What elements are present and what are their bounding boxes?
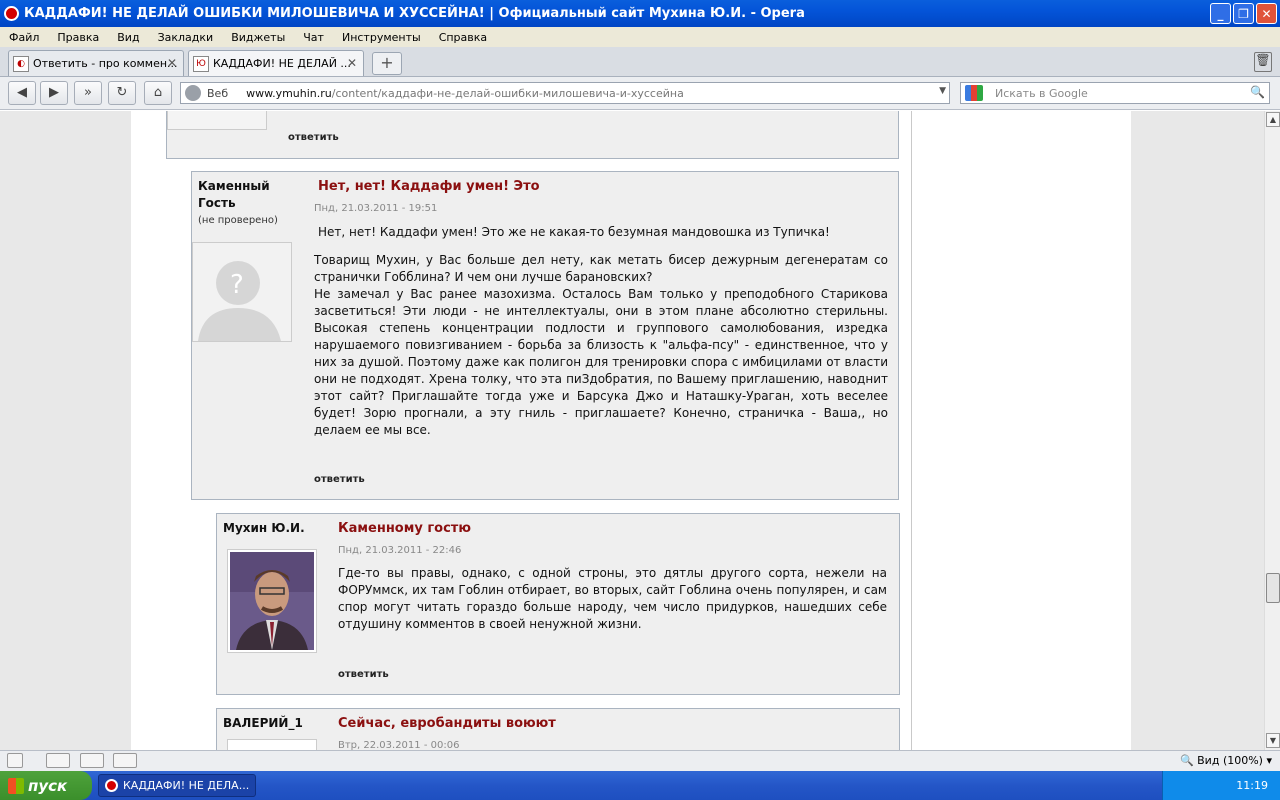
menu-widgets[interactable]: Виджеты [222,31,294,44]
clock[interactable]: 11:19 [1236,779,1268,792]
trash-icon[interactable]: 🗑 [1254,52,1272,72]
comment-date: Пнд, 21.03.2011 - 22:46 [338,545,462,556]
favicon-icon: ◐ [13,55,29,72]
page-content: ответить Каменный Гость (не проверено) ? [131,111,1131,750]
comment-para: Товарищ Мухин, у Вас больше дел нету, ка… [314,253,888,284]
comment-title[interactable]: Сейчас, евробандиты воюют [338,716,556,731]
author-name: Каменный Гость [198,179,270,210]
comment-date: Втр, 22.03.2011 - 00:06 [338,740,460,750]
tab-bar: ◐ Ответить - про коммен... ✕ Ю КАДДАФИ! … [0,47,1280,77]
reply-link[interactable]: ответить [314,474,365,485]
menu-help[interactable]: Справка [430,31,496,44]
favicon-icon: Ю [193,55,209,72]
menu-bookmarks[interactable]: Закладки [149,31,223,44]
google-icon[interactable] [965,85,983,101]
zoom-level[interactable]: 🔍 Вид (100%) ▾ [1180,754,1272,767]
tab-label: Ответить - про коммен... [33,57,178,70]
globe-icon [185,85,201,101]
reply-link[interactable]: ответить [288,132,339,143]
author-photo [230,552,314,650]
url-path: /content/каддафи-не-делай-ошибки-милошев… [331,86,684,100]
unite-icon[interactable] [80,753,104,768]
comment-body: Где-то вы правы, однако, с одной строны,… [338,566,887,631]
sidebar-divider [911,111,912,750]
menu-chat[interactable]: Чат [294,31,333,44]
start-label: пуск [28,776,68,795]
svg-text:?: ? [230,270,244,300]
window-titlebar: КАДДАФИ! НЕ ДЕЛАЙ ОШИБКИ МИЛОШЕВИЧА И ХУ… [0,0,1280,27]
author-note: (не проверено) [198,215,278,226]
comment-valery: ВАЛЕРИЙ_1 Сейчас, евробандиты воюют Втр,… [216,708,900,750]
avatar [227,549,317,653]
reload-button[interactable]: ↻ [108,81,136,105]
windows-logo-icon [8,777,24,794]
forward-button[interactable]: ▶ [40,81,68,105]
vertical-scrollbar[interactable]: ▲ ▼ [1264,111,1280,750]
taskbar: пуск КАДДАФИ! НЕ ДЕЛА... RU 11:19 [0,771,1280,800]
search-field[interactable]: Искать в Google 🔍 [960,82,1270,104]
comment-author: Каменный Гость (не проверено) [198,178,302,229]
comment-author: Мухин Ю.И. [223,521,305,535]
search-placeholder: Искать в Google [995,86,1088,100]
zoom-label: Вид (100%) [1197,754,1263,767]
tab-close-icon[interactable]: ✕ [167,56,177,70]
opera-logo-icon [4,6,19,21]
search-icon[interactable]: 🔍 [1250,85,1265,99]
panel-toggle-icon[interactable] [7,753,23,768]
tab-label: КАДДАФИ! НЕ ДЕЛАЙ ... [213,57,351,70]
opera-icon [105,779,118,792]
turbo-icon[interactable] [113,753,137,768]
comment-muhin: Мухин Ю.И. Каменному гостю Пнд, 21.03.20… [216,513,900,695]
avatar [227,739,317,750]
scroll-up-button[interactable]: ▲ [1266,112,1280,127]
menu-file[interactable]: Файл [0,31,48,44]
tab-reply[interactable]: ◐ Ответить - про коммен... ✕ [8,50,184,76]
comment-kamenny-gost: Каменный Гость (не проверено) ? Нет, нет… [191,171,899,500]
tab-close-icon[interactable]: ✕ [347,56,357,70]
page-viewport: ответить Каменный Гость (не проверено) ? [0,111,1264,750]
comment-previous: ответить [166,111,899,159]
window-title: КАДДАФИ! НЕ ДЕЛАЙ ОШИБКИ МИЛОШЕВИЧА И ХУ… [24,6,805,21]
url-domain: www.ymuhin.ru [246,86,332,100]
avatar [167,111,267,130]
menu-edit[interactable]: Правка [48,31,108,44]
avatar: ? [192,242,292,342]
home-button[interactable]: ⌂ [144,81,172,105]
address-bar[interactable]: Веб www.ymuhin.ru/content/каддафи-не-дел… [180,82,950,104]
web-label: Веб [207,86,229,100]
comment-title[interactable]: Нет, нет! Каддафи умен! Это [318,179,540,194]
menu-bar: Файл Правка Вид Закладки Виджеты Чат Инс… [0,27,1280,47]
tab-kaddafi[interactable]: Ю КАДДАФИ! НЕ ДЕЛАЙ ... ✕ [188,50,364,76]
fast-forward-button[interactable]: » [74,81,102,105]
scroll-down-button[interactable]: ▼ [1266,733,1280,748]
chevron-down-icon[interactable]: ▼ [939,86,946,96]
comment-author: ВАЛЕРИЙ_1 [223,716,303,730]
back-button[interactable]: ◀ [8,81,36,105]
menu-view[interactable]: Вид [108,31,148,44]
taskbar-item-opera[interactable]: КАДДАФИ! НЕ ДЕЛА... [98,774,256,797]
start-button[interactable]: пуск [0,771,92,800]
sync-icon[interactable] [46,753,70,768]
reply-link[interactable]: ответить [338,669,389,680]
anonymous-avatar-icon: ? [193,243,291,341]
content-column: ответить Каменный Гость (не проверено) ? [159,111,913,750]
navigation-bar: ◀ ▶ » ↻ ⌂ Веб www.ymuhin.ru/content/кадд… [0,77,1280,110]
minimize-button[interactable]: _ [1210,3,1231,24]
scroll-thumb[interactable] [1266,573,1280,603]
maximize-button[interactable]: ❐ [1233,3,1254,24]
menu-tools[interactable]: Инструменты [333,31,430,44]
comment-para: Нет, нет! Каддафи умен! Это же не какая-… [318,225,830,239]
system-tray: 11:19 [1162,771,1280,800]
new-tab-button[interactable]: + [372,52,402,75]
taskbar-item-label: КАДДАФИ! НЕ ДЕЛА... [123,779,250,792]
comment-date: Пнд, 21.03.2011 - 19:51 [314,203,438,214]
close-button[interactable]: ✕ [1256,3,1277,24]
comment-para: Не замечал у Вас ранее мазохизма. Остало… [314,287,888,437]
comment-title[interactable]: Каменному гостю [338,521,471,536]
status-bar: 🔍 Вид (100%) ▾ [0,750,1280,771]
